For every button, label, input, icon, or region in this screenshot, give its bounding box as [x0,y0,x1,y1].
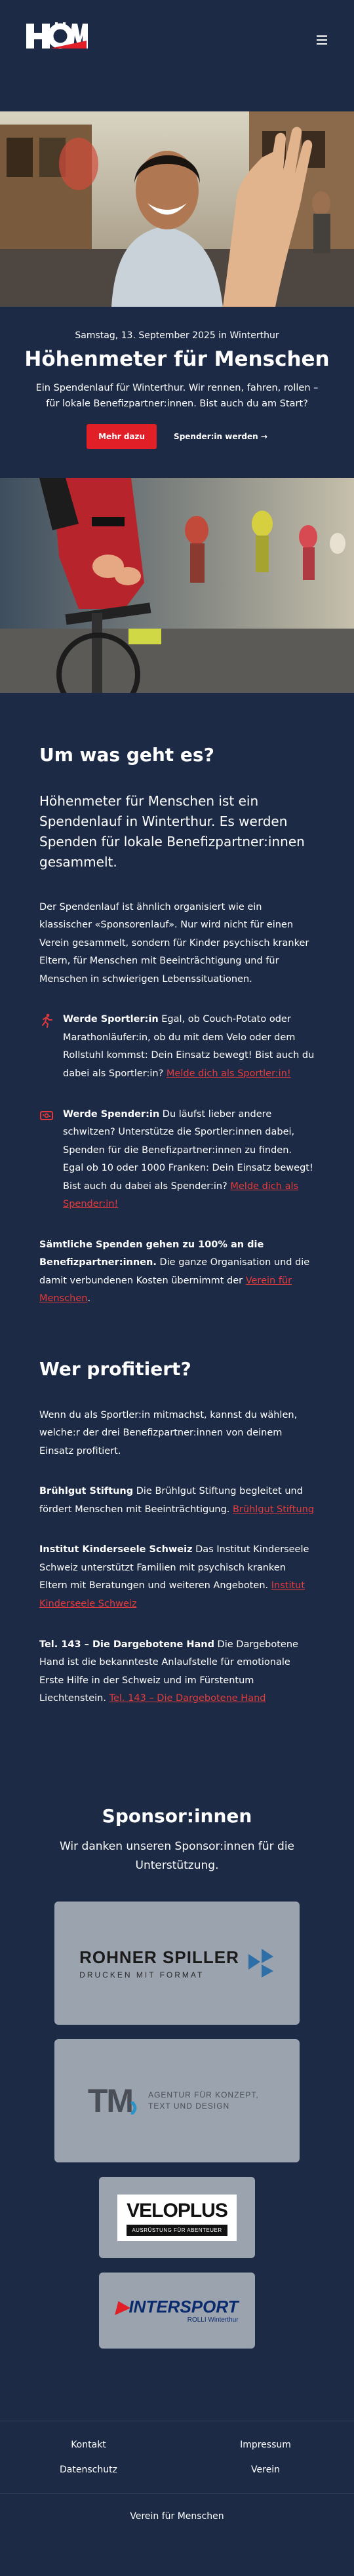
about-lead: Höhenmeter für Menschen ist ein Spendenl… [39,792,305,870]
beneficiary-link[interactable]: Tel. 143 – Die Dargebotene Hand [109,1693,266,1704]
hero-section: Samstag, 13. September 2025 in Winterthu… [0,307,354,478]
footer-copyright: Verein für Menschen [130,2511,224,2522]
become-donor-link[interactable]: Spender:in werden → [174,432,267,441]
beneficiary-item: Institut Kinderseele Schweiz Das Institu… [39,1544,309,1609]
beneficiary-link[interactable]: Brühlgut Stiftung [233,1504,314,1515]
about-text: Der Spendenlauf ist ähnlich organisiert … [39,901,309,985]
sponsors-section: Sponsor:innen Wir danken unseren Sponsor… [0,1708,354,2349]
sponsors-subtitle: Wir danken unseren Sponsor:innen für die… [60,1840,294,1873]
hero-subtitle: Ein Spendenlauf für Winterthur. Wir renn… [35,383,319,410]
about-section: Um was geht es? Höhenmeter für Menschen … [0,693,354,1308]
footer-links: Kontakt Impressum Datenschutz Verein [0,2440,354,2475]
sponsor-logo-intersport[interactable]: ▶INTERSPORT ROLLI Winterthur [99,2273,255,2349]
footer-link-kontakt[interactable]: Kontakt [0,2440,177,2450]
beneficiaries-intro: Wenn du als Sportler:in mitmachst, kanns… [39,1409,298,1456]
footer-bottom: Verein für Menschen [0,2493,354,2522]
sponsor-logo-tm[interactable]: TM AGENTUR FÜR KONZEPT, TEXT UND DESIGN [54,2039,300,2163]
footer-link-impressum[interactable]: Impressum [177,2440,354,2450]
beneficiary-item: Brühlgut Stiftung Die Brühlgut Stiftung … [39,1486,315,1515]
sponsor-logo-rohner-spiller[interactable]: ROHNER SPILLER DRUCKEN MIT FORMAT [54,1902,300,2025]
athlete-signup-link[interactable]: Melde dich als Sportler:in! [167,1068,291,1079]
menu-button[interactable] [313,31,330,49]
feature-athlete: Werde Sportler:in Egal, ob Couch-Potato … [39,1011,315,1083]
donation-icon [39,1106,55,1214]
event-date: Samstag, 13. September 2025 in Winterthu… [75,330,279,341]
footer-link-verein[interactable]: Verein [177,2465,354,2475]
sponsors-title: Sponsor:innen [102,1805,252,1827]
beneficiary-item: Tel. 143 – Die Dargebotene Hand Die Darg… [39,1639,298,1704]
runner-icon [39,1011,55,1083]
about-title: Um was geht es? [39,744,214,766]
hamburger-icon [317,35,327,37]
footer-link-datenschutz[interactable]: Datenschutz [0,2465,177,2475]
beneficiaries-title: Wer profitiert? [39,1358,191,1380]
feature-title: Werde Sportler:in [63,1014,159,1025]
sponsor-logo-veloplus[interactable]: VELOPLUS AUSRÜSTUNG FÜR ABENTEUER [99,2177,255,2259]
feature-donor: Werde Spender:in Du läufst lieber andere… [39,1106,315,1214]
more-info-button[interactable]: Mehr dazu [87,424,157,450]
beneficiaries-section: Wer profitiert? Wenn du als Sportler:in … [0,1308,354,1708]
logo[interactable] [25,21,88,50]
hero-buttons: Mehr dazu Spender:in werden → [20,424,334,450]
site-footer: Kontakt Impressum Datenschutz Verein Ver… [0,2421,354,2541]
rohner-spiller-mark-icon [248,1949,273,1978]
hero-image [0,111,354,307]
logo-icon [26,22,88,49]
site-header [0,0,354,111]
feature-title: Werde Spender:in [63,1108,160,1120]
cyclists-image [0,478,354,693]
tm-accent-icon [130,2101,137,2115]
feature-text: Du läufst lieber andere schwitzen? Unter… [63,1108,313,1192]
page-title: Höhenmeter für Menschen [24,347,330,371]
donation-info: Sämtliche Spenden gehen zu 100% an die B… [39,1239,310,1304]
